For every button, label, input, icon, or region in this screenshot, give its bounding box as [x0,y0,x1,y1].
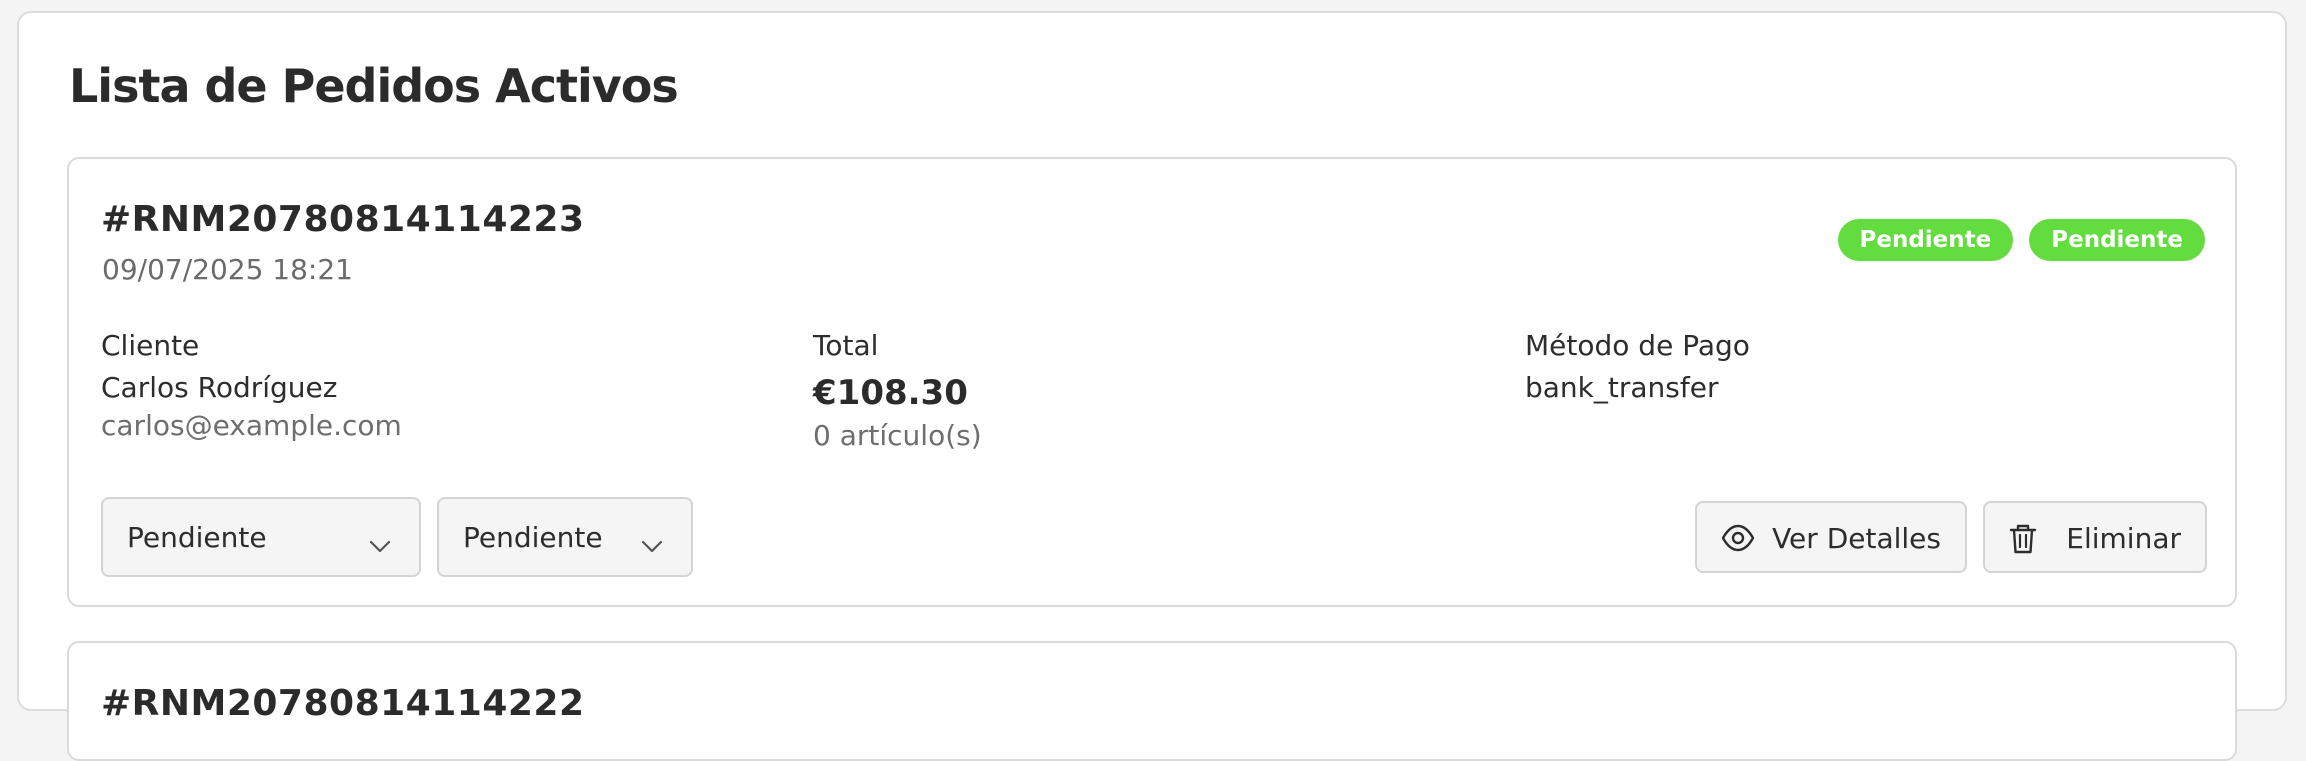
order-status-value: Pendiente [127,520,267,554]
order-card: #RNM20780814114223 09/07/2025 18:21 Pend… [67,157,2237,607]
customer-email: carlos@example.com [101,409,402,442]
total-amount: €108.30 [813,373,968,413]
order-id: #RNM20780814114223 [101,199,585,240]
payment-method: bank_transfer [1525,371,1719,404]
delete-button[interactable]: Eliminar [1983,501,2207,573]
delete-label: Eliminar [2066,522,2181,555]
chevron-down-icon [641,528,663,561]
payment-status-value: Pendiente [463,520,603,554]
payment-info: Método de Pago bank_transfer [1525,329,1750,405]
customer-name: Carlos Rodríguez [101,371,338,404]
items-count: 0 artículo(s) [813,419,982,452]
customer-info: Cliente Carlos Rodríguez carlos@example.… [101,329,402,443]
order-card: #RNM20780814114222 [67,641,2237,761]
payment-status-badge: Pendiente [2029,219,2205,261]
order-status-select[interactable]: Pendiente [101,497,421,577]
status-badges: Pendiente Pendiente [1837,219,2205,261]
total-info: Total €108.30 0 artículo(s) [813,329,982,453]
order-date: 09/07/2025 18:21 [102,253,353,286]
orders-panel: Lista de Pedidos Activos #RNM20780814114… [17,11,2287,761]
order-id: #RNM20780814114222 [101,683,585,724]
eye-icon [1721,523,1755,560]
customer-label: Cliente [101,329,200,362]
trash-icon [2009,523,2037,562]
view-details-button[interactable]: Ver Detalles [1695,501,1967,573]
total-label: Total [813,329,879,362]
payment-status-select[interactable]: Pendiente [437,497,693,577]
chevron-down-icon [369,528,391,561]
payment-label: Método de Pago [1525,329,1750,362]
view-details-label: Ver Detalles [1772,522,1941,555]
status-badge: Pendiente [1837,219,2014,261]
page-title: Lista de Pedidos Activos [69,59,679,113]
